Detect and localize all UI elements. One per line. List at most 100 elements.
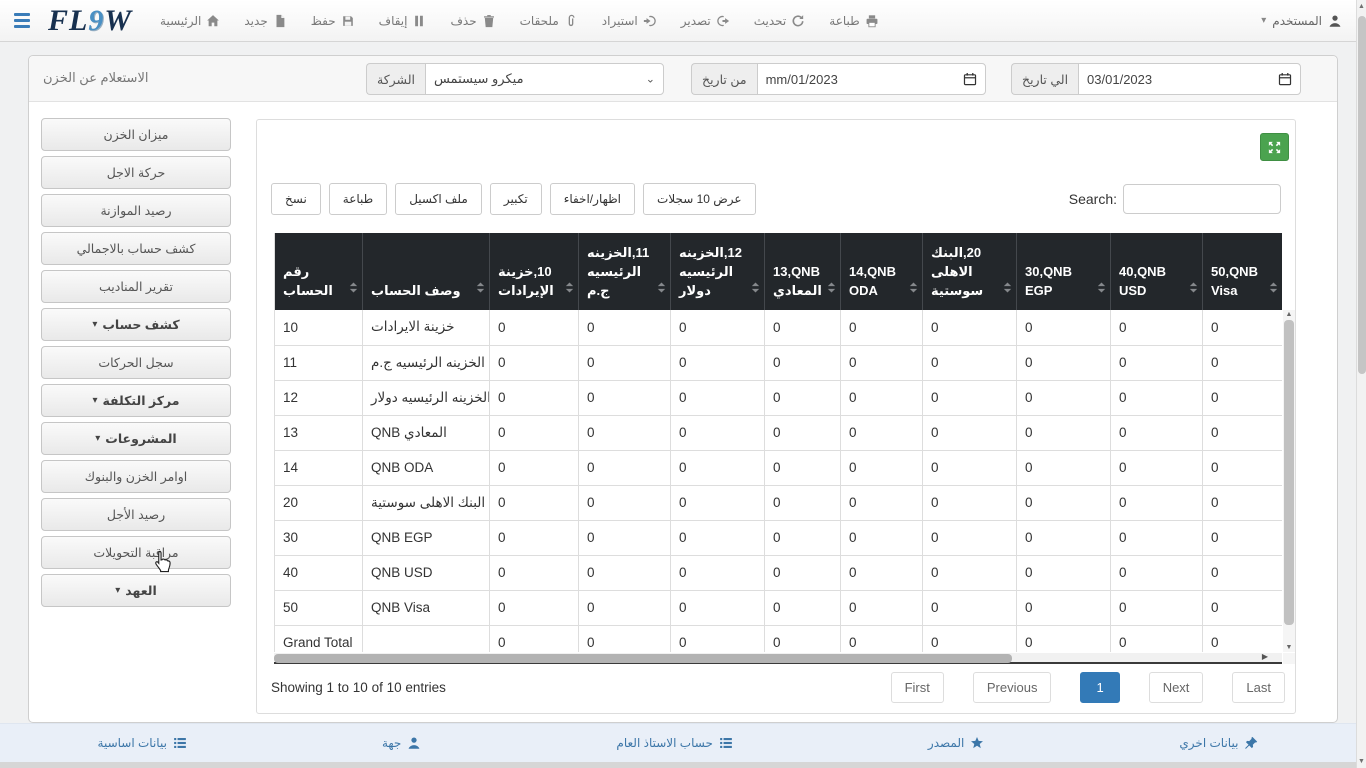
sort-icon[interactable]: [750, 281, 761, 300]
save-icon: [341, 14, 355, 28]
sidebar-button-label: المشروعات: [105, 432, 177, 446]
footer-link-label: بيانات اساسية: [97, 736, 167, 750]
calendar-icon[interactable]: [963, 72, 977, 86]
sort-icon[interactable]: [564, 281, 575, 300]
nav-item-attachments[interactable]: ملحقات: [520, 14, 578, 28]
page-scrollbar[interactable]: ▲ ▼: [1356, 0, 1366, 768]
sidebar-button[interactable]: ميزان الخزن: [41, 118, 231, 151]
sort-icon[interactable]: [475, 281, 486, 300]
sidebar-button[interactable]: ▾ مركز التكلفة: [41, 384, 231, 417]
table-cell: 0: [922, 345, 1017, 381]
expand-button[interactable]: [1260, 133, 1289, 161]
nav-item-trash[interactable]: حذف: [450, 14, 495, 28]
horizontal-scroll-thumb[interactable]: [274, 654, 1012, 663]
nav-item-refresh[interactable]: تحديث: [754, 14, 806, 28]
column-header[interactable]: 50,QNB Visa: [1202, 233, 1282, 310]
column-header-label: 40,QNB USD: [1119, 264, 1166, 299]
search-input[interactable]: [1123, 184, 1281, 214]
table-cell: 0: [840, 450, 923, 486]
sort-icon[interactable]: [826, 281, 837, 300]
home-icon: [206, 14, 220, 28]
sidebar-button[interactable]: ▾ كشف حساب: [41, 308, 231, 341]
scroll-down-icon[interactable]: ▼: [1357, 758, 1366, 765]
column-header[interactable]: 20,البنك الاهلى سوستية: [922, 233, 1017, 310]
table-horizontal-scrollbar[interactable]: ▶: [274, 652, 1295, 664]
sidebar-button[interactable]: حركة الاجل: [41, 156, 231, 189]
next-page-button[interactable]: Next: [1148, 672, 1204, 703]
from-date-input[interactable]: mm/01/2023: [756, 63, 986, 95]
user-menu[interactable]: ▾ المستخدم: [1261, 14, 1342, 28]
nav-item-pause[interactable]: إيقاف: [379, 14, 427, 28]
enlarge-button[interactable]: تكبير: [489, 183, 542, 215]
scroll-up-icon[interactable]: ▲: [1283, 311, 1295, 318]
column-header[interactable]: وصف الحساب: [362, 233, 490, 310]
calendar-icon[interactable]: [1278, 72, 1292, 86]
nav-item-label: حفظ: [310, 13, 336, 28]
footer-link-pin[interactable]: بيانات اخري: [1179, 736, 1258, 750]
table-cell: 0: [840, 345, 923, 381]
nav-item-print[interactable]: طباعة: [829, 14, 878, 28]
footer-link-star[interactable]: المصدر: [928, 736, 984, 750]
scroll-up-icon[interactable]: ▲: [1357, 3, 1366, 10]
nav-item-new-file[interactable]: جديد: [244, 14, 286, 28]
hamburger-menu-icon[interactable]: [14, 13, 30, 28]
sidebar-button[interactable]: رصيد الموازنة: [41, 194, 231, 227]
nav-item-import[interactable]: استيراد: [602, 14, 657, 28]
column-header[interactable]: 12,الخزينه الرئيسيه دولار: [670, 233, 765, 310]
sort-icon[interactable]: [1002, 281, 1013, 300]
app-logo[interactable]: FL9W: [48, 5, 132, 36]
scroll-down-icon[interactable]: ▼: [1283, 644, 1295, 651]
sidebar-button[interactable]: تقرير المناديب: [41, 270, 231, 303]
sort-icon[interactable]: [656, 281, 667, 300]
company-select[interactable]: ميكرو سيستمس ⌄: [424, 63, 664, 95]
nav-item-export[interactable]: تصدير: [681, 14, 730, 28]
sort-icon[interactable]: [348, 281, 359, 300]
column-header[interactable]: 14,QNB ODA: [840, 233, 923, 310]
to-date-input[interactable]: 03/01/2023: [1078, 63, 1301, 95]
table-cell: 0: [1202, 450, 1282, 486]
column-header[interactable]: 10,خزينة الإيرادات: [489, 233, 579, 310]
show-10-records-button[interactable]: عرض 10 سجلات: [643, 183, 756, 215]
sidebar-button[interactable]: ▾ المشروعات: [41, 422, 231, 455]
sidebar-button[interactable]: سجل الحركات: [41, 346, 231, 379]
sidebar-button-label: رصيد الأجل: [106, 508, 166, 522]
column-header[interactable]: 30,QNB EGP: [1016, 233, 1111, 310]
copy-button[interactable]: نسخ: [271, 183, 321, 215]
nav-item-home[interactable]: الرئيسية: [160, 14, 220, 28]
sidebar-button[interactable]: رصيد الأجل: [41, 498, 231, 531]
footer-link-person[interactable]: جهة: [382, 736, 421, 750]
footer-link-list[interactable]: بيانات اساسية: [98, 736, 187, 750]
sidebar-button-label: كشف حساب: [102, 318, 180, 332]
sort-icon[interactable]: [1188, 281, 1199, 300]
column-header[interactable]: 40,QNB USD: [1110, 233, 1203, 310]
sidebar-button[interactable]: مراقبة التحويلات: [41, 536, 231, 569]
vertical-scroll-thumb[interactable]: [1284, 320, 1294, 625]
sidebar-button[interactable]: ▾ العهد: [41, 574, 231, 607]
last-page-button[interactable]: Last: [1232, 672, 1285, 703]
inquiry-panel: الاستعلام عن الخزن الشركة ميكرو سيستمس ⌄…: [28, 55, 1338, 723]
column-header[interactable]: 11,الخزينه الرئيسيه ج.م: [578, 233, 671, 310]
table-vertical-scrollbar[interactable]: ▲ ▼: [1283, 310, 1295, 652]
from-date-label: من تاريخ: [691, 63, 757, 95]
table-cell: 0: [670, 345, 765, 381]
page-scroll-thumb[interactable]: [1358, 16, 1366, 374]
sort-icon[interactable]: [1268, 281, 1279, 300]
nav-item-save[interactable]: حفظ: [311, 14, 355, 28]
previous-page-button[interactable]: Previous: [972, 672, 1052, 703]
current-page-button[interactable]: 1: [1080, 672, 1120, 703]
excel-file-button[interactable]: ملف اكسيل: [395, 183, 482, 215]
first-page-button[interactable]: First: [890, 672, 944, 703]
sort-icon[interactable]: [908, 281, 919, 300]
scroll-right-icon[interactable]: ▶: [1262, 652, 1268, 661]
table-cell: 0: [922, 450, 1017, 486]
sidebar-button[interactable]: كشف حساب بالاجمالي: [41, 232, 231, 265]
print-button[interactable]: طباعة: [328, 183, 388, 215]
sort-icon[interactable]: [1096, 281, 1107, 300]
sidebar-button[interactable]: اوامر الخزن والبنوك: [41, 460, 231, 493]
column-header[interactable]: 13,QNB المعادي: [764, 233, 841, 310]
footer-link-list[interactable]: حساب الاستاذ العام: [616, 736, 732, 750]
column-header[interactable]: رقم الحساب: [274, 233, 363, 310]
show-hide-columns-button[interactable]: اظهار/اخفاء: [549, 183, 636, 215]
main-menu: الرئيسية جديد حفظ إيقاف حذف ملحقات استيراد تصدي…: [160, 14, 879, 28]
table-cell: 0: [670, 380, 765, 416]
